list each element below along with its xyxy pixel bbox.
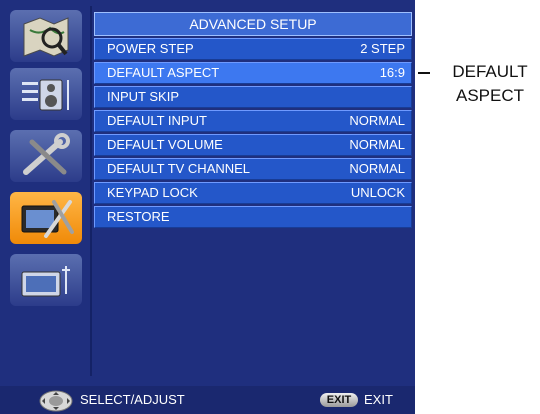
menu-row-value: NORMAL [349,161,405,176]
exit-key-icon: EXIT [320,393,358,407]
menu-row-default-tv-channel[interactable]: DEFAULT TV CHANNEL NORMAL [94,158,412,180]
sidebar-divider [90,6,92,376]
menu-row-label: RESTORE [107,209,170,224]
callout-line-2: ASPECT [455,86,525,105]
menu-title: ADVANCED SETUP [94,12,412,36]
menu-row-label: INPUT SKIP [107,89,180,104]
menu-row-default-input[interactable]: DEFAULT INPUT NORMAL [94,110,412,132]
osd-footer: SELECT/ADJUST EXIT EXIT [0,386,415,414]
menu-row-label: DEFAULT VOLUME [107,137,223,152]
speaker-equalizer-icon[interactable] [10,68,82,120]
menu-row-input-skip[interactable]: INPUT SKIP [94,86,412,108]
advanced-setup-menu: ADVANCED SETUP POWER STEP 2 STEP DEFAULT… [94,12,412,230]
menu-row-power-step[interactable]: POWER STEP 2 STEP [94,38,412,60]
exit-hint: EXIT [364,392,393,407]
tv-antenna-icon[interactable] [10,254,82,306]
menu-row-value: UNLOCK [350,185,405,200]
map-icon[interactable] [10,10,82,62]
menu-row-default-aspect[interactable]: DEFAULT ASPECT 16:9 [94,62,412,84]
menu-row-value: NORMAL [349,137,405,152]
menu-row-label: POWER STEP [107,41,194,56]
callout-line-1: DEFAULT [452,62,528,81]
menu-row-keypad-lock[interactable]: KEYPAD LOCK UNLOCK [94,182,412,204]
select-adjust-hint: SELECT/ADJUST [80,392,185,407]
osd-menu-screen: ADVANCED SETUP POWER STEP 2 STEP DEFAULT… [0,0,415,414]
menu-row-value: NORMAL [349,113,405,128]
tools-icon[interactable] [10,130,82,182]
menu-row-default-volume[interactable]: DEFAULT VOLUME NORMAL [94,134,412,156]
tv-tools-icon[interactable] [10,192,82,244]
callout-leader-line [418,72,430,74]
menu-row-label: DEFAULT TV CHANNEL [107,161,251,176]
menu-row-restore[interactable]: RESTORE [94,206,412,228]
menu-row-label: DEFAULT ASPECT [107,65,220,80]
callout-label: DEFAULT ASPECT [440,60,540,108]
category-sidebar [6,6,88,376]
menu-row-label: DEFAULT INPUT [107,113,207,128]
menu-row-value: 16:9 [379,65,405,80]
menu-row-value: 2 STEP [360,41,405,56]
dpad-icon [39,390,73,412]
menu-row-label: KEYPAD LOCK [107,185,198,200]
